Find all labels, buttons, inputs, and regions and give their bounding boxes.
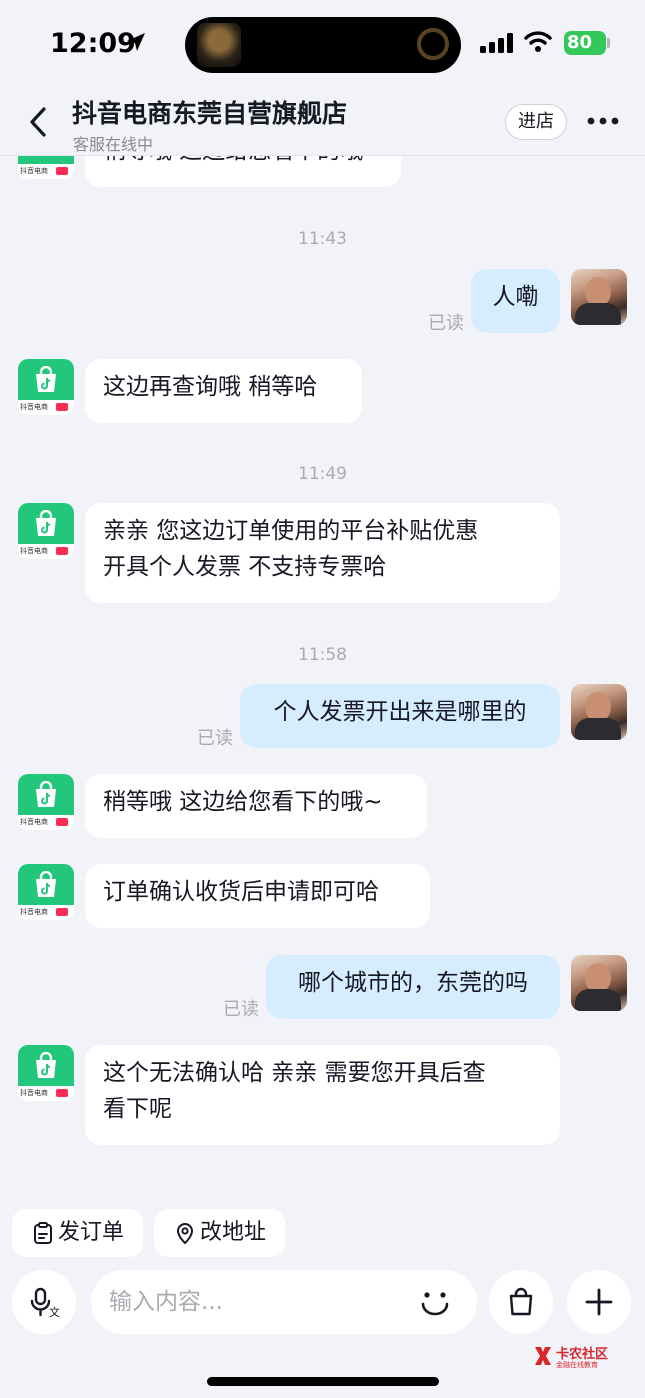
change-address-label: 改地址	[200, 1220, 267, 1245]
chat-header: 抖音电商东莞自营旗舰店 客服在线中 进店	[0, 90, 645, 156]
shopping-bag-icon	[36, 1052, 56, 1078]
voice-input-button[interactable]: 文	[12, 1270, 76, 1334]
battery-level: 80	[564, 31, 606, 55]
shopping-bag-icon	[36, 871, 56, 897]
message-bubble-in[interactable]: 订单确认收货后申请即可哈	[85, 864, 430, 928]
plus-icon	[585, 1288, 613, 1316]
read-receipt: 已读	[428, 313, 464, 334]
message-bubble-out[interactable]: 人嘞	[471, 269, 560, 333]
shop-avatar-label: 抖音电商	[20, 547, 48, 555]
enter-shop-button[interactable]: 进店	[505, 104, 567, 140]
shop-avatar[interactable]: 抖音电商	[18, 864, 74, 920]
message-line: 开具个人发票 不支持专票哈	[103, 554, 387, 580]
shop-avatar-label: 抖音电商	[20, 167, 48, 175]
emoji-icon[interactable]	[417, 1284, 453, 1320]
location-pin-icon	[176, 1223, 194, 1244]
cellular-signal-icon	[480, 33, 513, 53]
shop-avatar-label: 抖音电商	[20, 908, 48, 916]
now-playing-thumbnail	[197, 23, 241, 67]
shop-avatar[interactable]: 抖音电商	[18, 1045, 74, 1101]
home-indicator[interactable]	[207, 1377, 439, 1386]
message-input[interactable]	[109, 1282, 399, 1322]
shop-avatar-label: 抖音电商	[20, 403, 48, 411]
message-bubble-in[interactable]: 亲亲 您这边订单使用的平台补贴优惠 开具个人发票 不支持专票哈	[85, 503, 560, 603]
shopping-bag-icon	[36, 366, 56, 392]
battery-tip	[607, 38, 610, 48]
dynamic-island[interactable]	[185, 17, 461, 73]
message-line: 亲亲 您这边订单使用的平台补贴优惠	[103, 518, 479, 544]
microphone-translate-icon: 文	[30, 1287, 60, 1318]
location-arrow-icon	[127, 33, 145, 51]
watermark-subtitle: 金融在线教育	[556, 1361, 598, 1369]
message-timestamp: 11:58	[298, 645, 347, 665]
read-receipt: 已读	[223, 999, 259, 1020]
user-avatar[interactable]	[571, 269, 627, 325]
shop-avatar[interactable]: 抖音电商	[18, 774, 74, 830]
page-title[interactable]: 抖音电商东莞自营旗舰店	[72, 94, 347, 130]
shop-avatar-label: 抖音电商	[20, 1089, 48, 1097]
shop-avatar[interactable]: 抖音电商	[18, 503, 74, 559]
wifi-icon	[524, 31, 552, 52]
watermark: 卡农社区 金融在线教育	[532, 1343, 612, 1373]
message-bubble-in[interactable]: 这边再查询哦 稍等哈	[85, 359, 362, 423]
user-avatar[interactable]	[571, 684, 627, 740]
order-clipboard-icon	[34, 1222, 52, 1244]
message-bubble-in[interactable]: 这个无法确认哈 亲亲 需要您开具后查 看下呢	[85, 1045, 560, 1145]
read-receipt: 已读	[197, 728, 233, 749]
message-bubble-out[interactable]: 个人发票开出来是哪里的	[240, 684, 560, 748]
send-order-label: 发订单	[58, 1220, 125, 1245]
change-address-button[interactable]: 改地址	[154, 1209, 285, 1257]
message-timestamp: 11:49	[298, 464, 347, 484]
send-order-button[interactable]: 发订单	[12, 1209, 143, 1257]
activity-ring-icon	[417, 28, 449, 60]
shopping-bag-icon	[36, 510, 56, 536]
shopping-bag-icon	[509, 1287, 533, 1316]
shopping-bag-icon	[36, 781, 56, 807]
message-bubble-in[interactable]: 稍等哦 这边给您看下的哦~	[85, 774, 427, 838]
message-bubble-out[interactable]: 哪个城市的，东莞的吗	[266, 955, 560, 1019]
shop-avatar-label: 抖音电商	[20, 818, 48, 826]
message-line: 看下呢	[103, 1096, 172, 1122]
more-actions-button[interactable]	[567, 1270, 631, 1334]
message-timestamp: 11:43	[298, 229, 347, 249]
user-avatar[interactable]	[571, 955, 627, 1011]
more-options-icon[interactable]	[584, 106, 622, 136]
svg-text:文: 文	[49, 1305, 60, 1318]
service-status: 客服在线中	[73, 135, 154, 154]
product-button[interactable]	[489, 1270, 553, 1334]
shop-avatar[interactable]: 抖音电商	[18, 359, 74, 415]
status-bar: 12:09 80	[0, 0, 645, 90]
message-line: 这个无法确认哈 亲亲 需要您开具后查	[103, 1060, 486, 1086]
back-arrow-icon[interactable]	[24, 104, 56, 140]
watermark-logo-icon	[535, 1347, 551, 1365]
message-input-box[interactable]	[91, 1270, 477, 1334]
chat-area[interactable]: 抖音电商 稍等哦 这边给您看下的哦~ 11:43 已读 人嘞 抖音电商 这边再查…	[0, 0, 645, 1200]
